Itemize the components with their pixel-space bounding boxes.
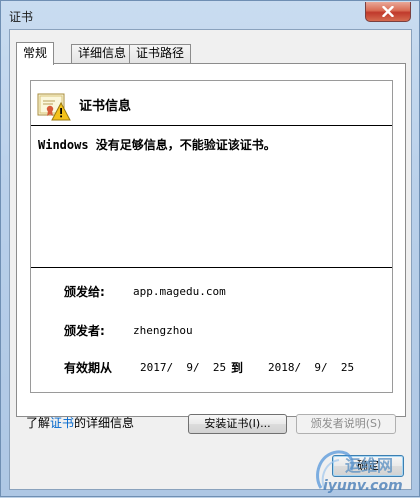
general-tab-panel: 证书信息 Windows 没有足够信息，不能验证该证书。 颁发给: app.ma… <box>16 63 406 434</box>
window-title: 证书 <box>9 10 34 24</box>
tab-strip: 常规 详细信息 证书路径 <box>16 42 406 65</box>
verification-warning: Windows 没有足够信息，不能验证该证书。 <box>38 138 276 152</box>
tab-general[interactable]: 常规 <box>16 42 55 65</box>
certificate-details-link[interactable]: 证书 <box>50 416 74 430</box>
install-certificate-button[interactable]: 安装证书(I)... <box>188 414 287 434</box>
heading-divider <box>31 125 392 126</box>
certificate-dialog: 证书 常规 详细信息 证书路径 证书信息 Windows 没有足够信息，不能验证… <box>0 0 420 497</box>
issued-by-value: zhengzhou <box>133 324 193 337</box>
validity-label: 有效期从 <box>64 361 113 375</box>
close-icon <box>382 6 394 17</box>
issued-to-value: app.magedu.com <box>133 285 226 298</box>
ok-button[interactable]: 确定 <box>332 455 404 477</box>
certificate-warning-icon <box>37 93 71 121</box>
close-button[interactable] <box>365 2 411 22</box>
certificate-info-heading: 证书信息 <box>79 99 132 114</box>
valid-from-value: 2017/ 9/ 25 <box>140 361 227 374</box>
certificate-info-box: 证书信息 Windows 没有足够信息，不能验证该证书。 颁发给: app.ma… <box>30 80 393 393</box>
dialog-client-area: 常规 详细信息 证书路径 证书信息 Windows 没有足够信息，不能验证该证书… <box>9 29 412 490</box>
issuer-statement-button[interactable]: 颁发者说明(S) <box>296 414 396 434</box>
issued-to-label: 颁发给: <box>64 285 105 299</box>
tab-details[interactable]: 详细信息 <box>71 44 134 63</box>
valid-to-value: 2018/ 9/ 25 <box>268 361 355 374</box>
learn-more-prefix: 了解 <box>26 416 51 430</box>
valid-to-word: 到 <box>231 361 244 375</box>
issued-by-label: 颁发者: <box>64 324 105 338</box>
title-bar[interactable]: 证书 <box>1 1 420 29</box>
tab-certification-path[interactable]: 证书路径 <box>129 44 192 63</box>
learn-more-suffix: 的详细信息 <box>74 416 135 430</box>
info-divider <box>31 267 392 268</box>
